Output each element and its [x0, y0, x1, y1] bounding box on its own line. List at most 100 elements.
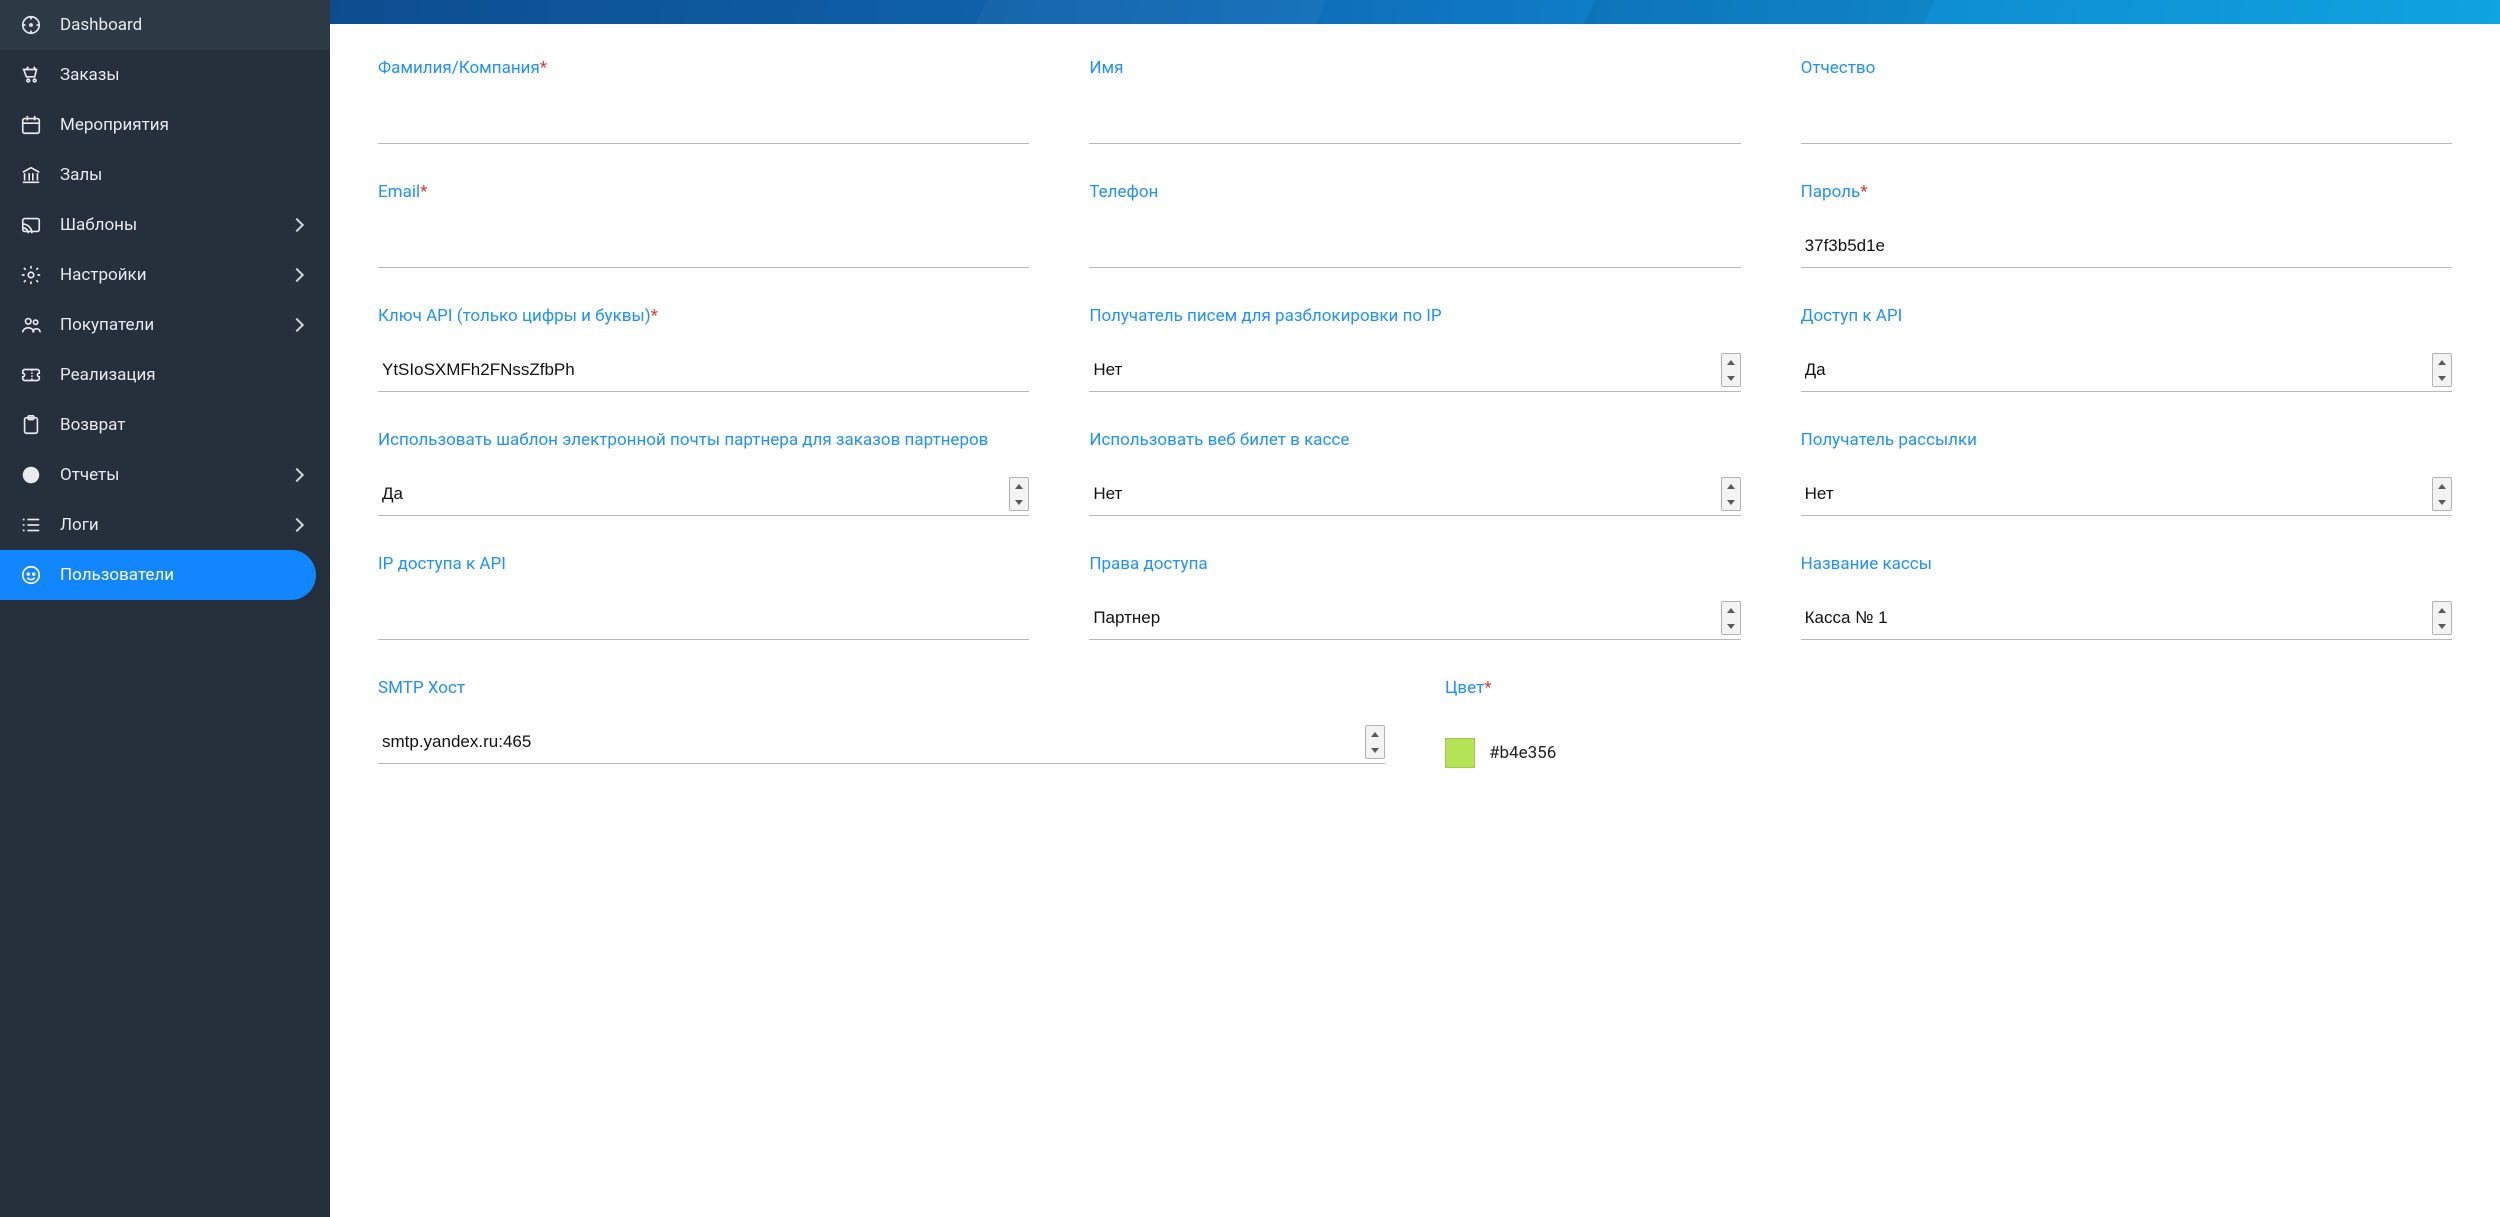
sidebar-item-events[interactable]: Мероприятия	[0, 100, 330, 150]
chevron-right-icon	[290, 518, 304, 532]
desk-name-select[interactable]: Касса № 1	[1801, 596, 2452, 640]
label-ip-api: IP доступа к API	[378, 552, 1029, 578]
sidebar-item-label: Мероприятия	[60, 115, 310, 135]
sidebar-item-logs[interactable]: Логи	[0, 500, 330, 550]
color-picker[interactable]: #b4e356	[1445, 720, 2452, 768]
field-api-key: Ключ API (только цифры и буквы)*	[378, 304, 1029, 392]
required-marker: *	[1484, 678, 1491, 698]
surname-input[interactable]	[378, 100, 1029, 144]
label-ip-unlock: Получатель писем для разблокировки по IP	[1089, 304, 1740, 330]
sidebar-item-label: Настройки	[60, 265, 274, 285]
label-api-key: Ключ API (только цифры и буквы)*	[378, 304, 1029, 330]
sidebar-item-settings[interactable]: Настройки	[0, 250, 330, 300]
label-text: Фамилия/Компания	[378, 58, 540, 78]
chevron-right-icon	[290, 468, 304, 482]
api-access-select[interactable]: Да	[1801, 348, 2452, 392]
sidebar-item-label: Dashboard	[60, 15, 310, 35]
label-color: Цвет*	[1445, 676, 2452, 702]
rights-select[interactable]: Партнер	[1089, 596, 1740, 640]
field-patronym: Отчество	[1801, 56, 2452, 144]
sidebar-item-users[interactable]: Пользователи	[0, 550, 316, 600]
label-phone: Телефон	[1089, 180, 1740, 206]
field-rights: Права доступа Партнер	[1089, 552, 1740, 640]
cast-icon	[20, 214, 42, 236]
label-partner-template: Использовать шаблон электронной почты па…	[378, 428, 1029, 454]
sidebar-item-templates[interactable]: Шаблоны	[0, 200, 330, 250]
sidebar-item-label: Возврат	[60, 415, 310, 435]
select-spinner-icon	[1721, 353, 1741, 387]
select-spinner-icon	[1721, 477, 1741, 511]
sidebar: Dashboard Заказы Мероприятия Залы Шаблон	[0, 0, 330, 1217]
people-icon	[20, 314, 42, 336]
required-marker: *	[651, 306, 658, 326]
label-patronym: Отчество	[1801, 56, 2452, 82]
alert-icon	[20, 464, 42, 486]
api-key-input[interactable]	[378, 348, 1029, 392]
face-icon	[20, 564, 42, 586]
clipboard-icon	[20, 414, 42, 436]
compass-icon	[20, 14, 42, 36]
patronym-input[interactable]	[1801, 100, 2452, 144]
sidebar-item-label: Шаблоны	[60, 215, 274, 235]
ip-unlock-select[interactable]: Нет	[1089, 348, 1740, 392]
select-spinner-icon	[2432, 353, 2452, 387]
field-email: Email*	[378, 180, 1029, 268]
sidebar-item-label: Реализация	[60, 365, 310, 385]
chevron-right-icon	[290, 218, 304, 232]
sidebar-item-reports[interactable]: Отчеты	[0, 450, 330, 500]
field-api-access: Доступ к API Да	[1801, 304, 2452, 392]
sidebar-item-label: Пользователи	[60, 565, 296, 585]
partner-template-select[interactable]: Да	[378, 472, 1029, 516]
sidebar-item-halls[interactable]: Залы	[0, 150, 330, 200]
list-icon	[20, 514, 42, 536]
required-marker: *	[1860, 182, 1867, 202]
label-name: Имя	[1089, 56, 1740, 82]
sidebar-item-orders[interactable]: Заказы	[0, 50, 330, 100]
select-spinner-icon	[1009, 477, 1029, 511]
label-rights: Права доступа	[1089, 552, 1740, 578]
phone-input[interactable]	[1089, 224, 1740, 268]
sidebar-item-dashboard[interactable]: Dashboard	[0, 0, 330, 50]
label-password: Пароль*	[1801, 180, 2452, 206]
field-ip-api: IP доступа к API	[378, 552, 1029, 640]
sidebar-item-buyers[interactable]: Покупатели	[0, 300, 330, 350]
field-ip-unlock: Получатель писем для разблокировки по IP…	[1089, 304, 1740, 392]
mailing-select[interactable]: Нет	[1801, 472, 2452, 516]
select-spinner-icon	[2432, 477, 2452, 511]
field-name: Имя	[1089, 56, 1740, 144]
sidebar-item-label: Залы	[60, 165, 310, 185]
label-smtp: SMTP Хост	[378, 676, 1385, 702]
sidebar-item-refund[interactable]: Возврат	[0, 400, 330, 450]
field-web-ticket: Использовать веб билет в кассе Нет	[1089, 428, 1740, 516]
color-swatch	[1445, 738, 1475, 768]
sidebar-item-label: Отчеты	[60, 465, 274, 485]
required-marker: *	[420, 182, 427, 202]
label-text: Пароль	[1801, 182, 1861, 202]
field-desk-name: Название кассы Касса № 1	[1801, 552, 2452, 640]
field-partner-template: Использовать шаблон электронной почты па…	[378, 428, 1029, 516]
smtp-select[interactable]: smtp.yandex.ru:465	[378, 720, 1385, 764]
label-api-access: Доступ к API	[1801, 304, 2452, 330]
label-mailing: Получатель рассылки	[1801, 428, 2452, 454]
sidebar-item-label: Логи	[60, 515, 274, 535]
email-input[interactable]	[378, 224, 1029, 268]
ip-api-input[interactable]	[378, 596, 1029, 640]
select-spinner-icon	[1721, 601, 1741, 635]
color-hex-text: #b4e356	[1489, 743, 1556, 763]
label-text: Email	[378, 182, 420, 202]
select-spinner-icon	[2432, 601, 2452, 635]
sidebar-item-label: Покупатели	[60, 315, 274, 335]
label-desk-name: Название кассы	[1801, 552, 2452, 578]
field-surname: Фамилия/Компания*	[378, 56, 1029, 144]
name-input[interactable]	[1089, 100, 1740, 144]
label-text: Цвет	[1445, 678, 1484, 698]
calendar-icon	[20, 114, 42, 136]
main-content: Фамилия/Компания* Имя Отчество Email*	[330, 0, 2500, 1217]
field-smtp: SMTP Хост smtp.yandex.ru:465	[378, 676, 1385, 768]
sidebar-item-realize[interactable]: Реализация	[0, 350, 330, 400]
password-input[interactable]	[1801, 224, 2452, 268]
ticket-icon	[20, 364, 42, 386]
label-email: Email*	[378, 180, 1029, 206]
label-text: Ключ API (только цифры и буквы)	[378, 306, 651, 326]
web-ticket-select[interactable]: Нет	[1089, 472, 1740, 516]
